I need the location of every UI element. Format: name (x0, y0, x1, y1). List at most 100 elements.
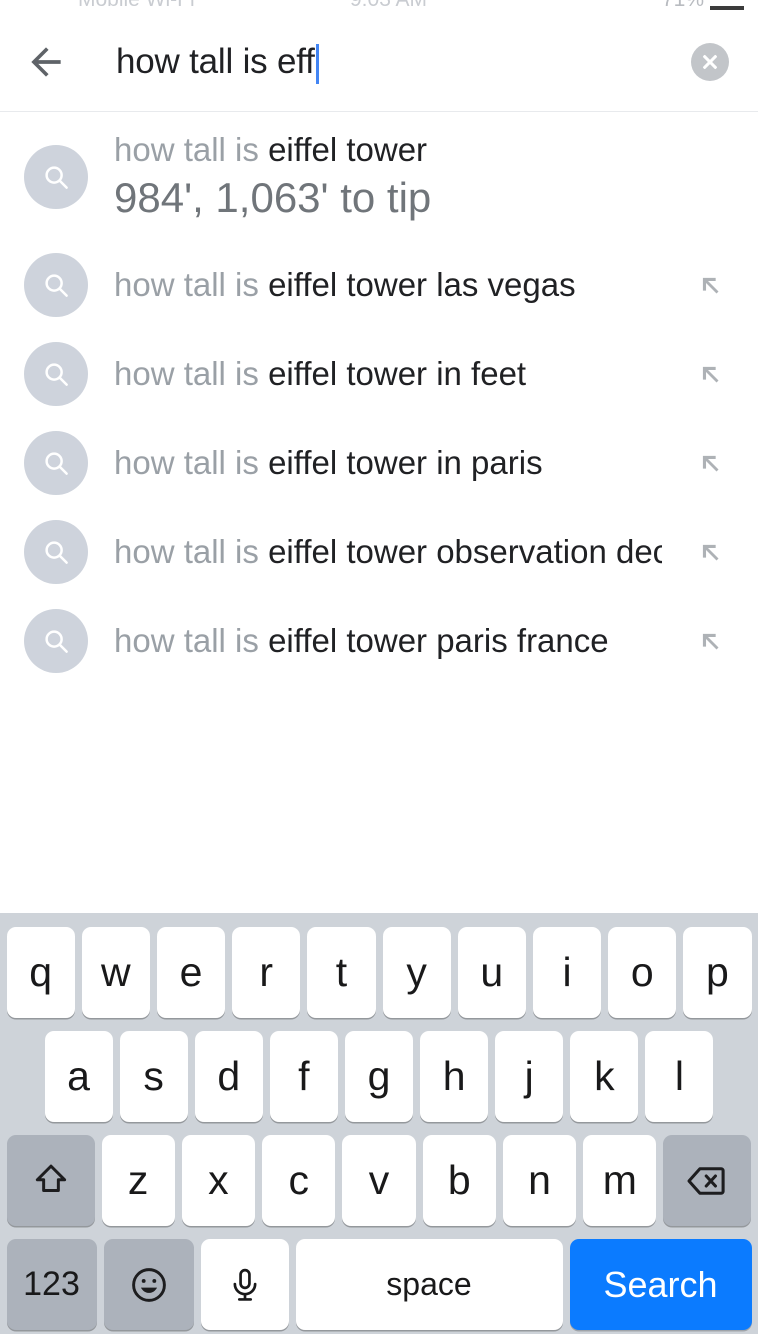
key-v[interactable]: v (342, 1135, 415, 1226)
suggestion-prefix: how tall is (114, 622, 268, 659)
fill-query-button[interactable] (662, 418, 758, 507)
battery-icon (710, 6, 744, 10)
backspace-delete-icon (684, 1158, 730, 1204)
suggestion-answer: 984', 1,063' to tip (114, 172, 662, 224)
key-h[interactable]: h (420, 1031, 488, 1122)
suggestion-query-line: how tall is eiffel tower (114, 130, 662, 170)
arrow-northwest-icon (693, 268, 727, 302)
search-action-key[interactable]: Search (570, 1239, 752, 1330)
status-carrier-label: Mobile Wi-Fi (78, 0, 195, 12)
suggestion-prefix: how tall is (114, 444, 268, 481)
key-t[interactable]: t (307, 927, 375, 1018)
suggestion-match: eiffel tower (268, 131, 427, 168)
suggestion-arrow-slot-0 (662, 132, 758, 221)
key-e[interactable]: e (157, 927, 225, 1018)
key-w[interactable]: w (82, 927, 150, 1018)
suggestion-text-group: how tall is eiffel tower paris france (88, 621, 662, 661)
microphone-icon (226, 1266, 264, 1304)
search-bar: how tall is eff (0, 12, 758, 112)
arrow-northwest-icon (693, 535, 727, 569)
suggestion-query-line: how tall is eiffel tower observation dec… (114, 532, 662, 572)
search-magnifier-icon (24, 520, 88, 584)
search-magnifier-icon (24, 253, 88, 317)
search-suggestions-screen: Mobile Wi-Fi 9:03 AM 71% how tall is eff (0, 0, 758, 1334)
search-magnifier-icon (24, 145, 88, 209)
status-battery-percent: 71% (662, 0, 704, 12)
fill-query-button[interactable] (662, 329, 758, 418)
suggestion-list: how tall is eiffel tower 984', 1,063' to… (0, 113, 758, 685)
key-u[interactable]: u (458, 927, 526, 1018)
search-magnifier-icon (24, 609, 88, 673)
clear-search-button[interactable] (662, 12, 758, 112)
suggestion-row-3[interactable]: how tall is eiffel tower in paris (0, 418, 758, 507)
status-bar: Mobile Wi-Fi 9:03 AM 71% (0, 0, 758, 12)
search-input-value: how tall is eff (116, 42, 315, 82)
suggestion-query-line: how tall is eiffel tower paris france (114, 621, 662, 661)
shift-key[interactable] (7, 1135, 95, 1226)
suggestion-prefix: how tall is (114, 533, 268, 570)
key-c[interactable]: c (262, 1135, 335, 1226)
search-input[interactable]: how tall is eff (92, 12, 662, 112)
key-g[interactable]: g (345, 1031, 413, 1122)
key-o[interactable]: o (608, 927, 676, 1018)
suggestion-row-0[interactable]: how tall is eiffel tower 984', 1,063' to… (0, 113, 758, 240)
key-p[interactable]: p (683, 927, 751, 1018)
suggestion-text-group: how tall is eiffel tower in feet (88, 354, 662, 394)
suggestion-match: eiffel tower in paris (268, 444, 543, 481)
key-j[interactable]: j (495, 1031, 563, 1122)
status-right-group: 71% (662, 0, 744, 12)
space-key[interactable]: space (296, 1239, 563, 1330)
key-q[interactable]: q (7, 927, 75, 1018)
suggestion-prefix: how tall is (114, 131, 268, 168)
suggestion-match: eiffel tower paris france (268, 622, 609, 659)
suggestion-text-group: how tall is eiffel tower observation dec… (88, 532, 662, 572)
suggestion-text-group: how tall is eiffel tower 984', 1,063' to… (88, 130, 662, 224)
key-i[interactable]: i (533, 927, 601, 1018)
voice-input-key[interactable] (201, 1239, 289, 1330)
key-f[interactable]: f (270, 1031, 338, 1122)
fill-query-button[interactable] (662, 596, 758, 685)
emoji-key[interactable] (104, 1239, 194, 1330)
key-k[interactable]: k (570, 1031, 638, 1122)
suggestion-row-5[interactable]: how tall is eiffel tower paris france (0, 596, 758, 685)
keyboard-row-3: z x c v b n m (0, 1135, 758, 1226)
key-x[interactable]: x (182, 1135, 255, 1226)
numeric-key[interactable]: 123 (7, 1239, 97, 1330)
search-magnifier-icon (24, 342, 88, 406)
back-arrow-icon (24, 40, 68, 84)
clear-circle-icon (691, 43, 729, 81)
key-n[interactable]: n (503, 1135, 576, 1226)
arrow-northwest-icon (693, 357, 727, 391)
fill-query-button[interactable] (662, 240, 758, 329)
keyboard-row-1: q w e r t y u i o p (0, 927, 758, 1018)
fill-query-button[interactable] (662, 507, 758, 596)
suggestion-text-group: how tall is eiffel tower in paris (88, 443, 662, 483)
backspace-key[interactable] (663, 1135, 751, 1226)
key-a[interactable]: a (45, 1031, 113, 1122)
key-s[interactable]: s (120, 1031, 188, 1122)
suggestion-row-4[interactable]: how tall is eiffel tower observation dec… (0, 507, 758, 596)
suggestion-match: eiffel tower in feet (268, 355, 526, 392)
suggestion-row-2[interactable]: how tall is eiffel tower in feet (0, 329, 758, 418)
emoji-smiley-icon (127, 1263, 171, 1307)
suggestion-match: eiffel tower observation deck (268, 533, 662, 570)
key-m[interactable]: m (583, 1135, 656, 1226)
keyboard-row-2: a s d f g h j k l (0, 1031, 758, 1122)
key-r[interactable]: r (232, 927, 300, 1018)
suggestion-query-line: how tall is eiffel tower las vegas (114, 265, 662, 305)
keyboard-row-4: 123 space Search (0, 1239, 758, 1330)
suggestion-match: eiffel tower las vegas (268, 266, 576, 303)
key-b[interactable]: b (423, 1135, 496, 1226)
search-magnifier-icon (24, 431, 88, 495)
text-caret (316, 44, 319, 84)
suggestion-prefix: how tall is (114, 355, 268, 392)
suggestion-row-1[interactable]: how tall is eiffel tower las vegas (0, 240, 758, 329)
suggestion-query-line: how tall is eiffel tower in feet (114, 354, 662, 394)
key-z[interactable]: z (102, 1135, 175, 1226)
back-button[interactable] (0, 12, 92, 112)
key-l[interactable]: l (645, 1031, 713, 1122)
suggestion-query-line: how tall is eiffel tower in paris (114, 443, 662, 483)
key-y[interactable]: y (383, 927, 451, 1018)
on-screen-keyboard: q w e r t y u i o p a s d f g h j k l (0, 913, 758, 1334)
key-d[interactable]: d (195, 1031, 263, 1122)
